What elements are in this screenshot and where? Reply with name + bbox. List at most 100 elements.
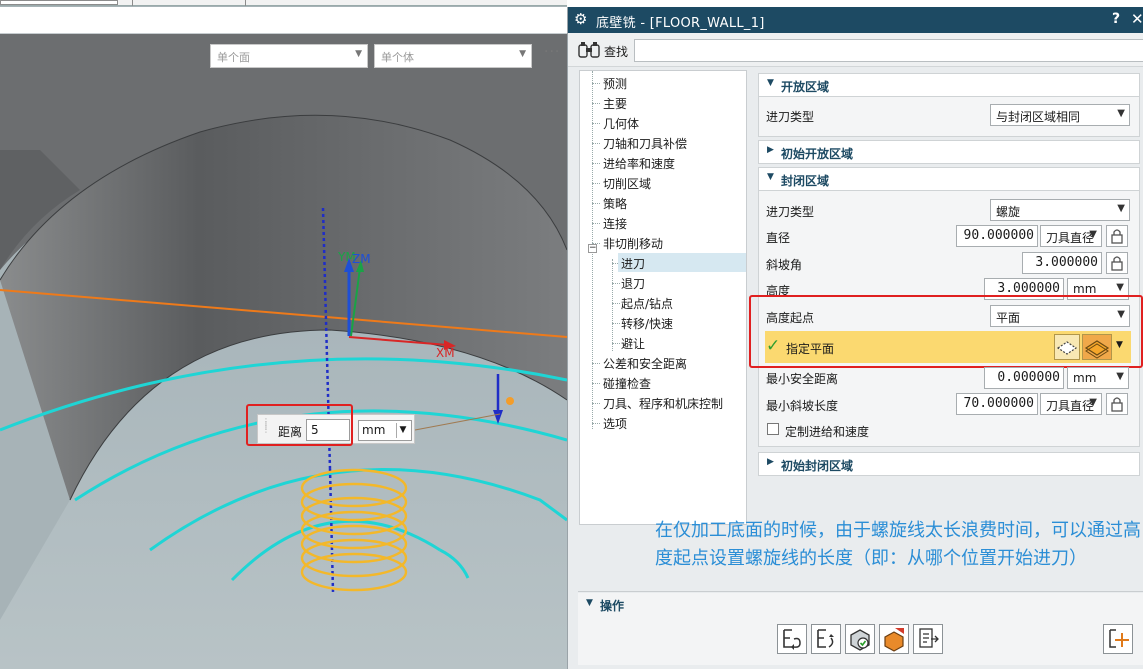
open-entry-type-value: 与封闭区域相同 <box>996 110 1081 124</box>
chevron-down-icon: ▼ <box>586 598 593 608</box>
dialog-title: 底壁铣 - [FLOOR_WALL_1] <box>596 16 765 31</box>
tree-item[interactable]: 刀具、程序和机床控制 <box>600 393 726 412</box>
chevron-down-icon: ▼ <box>767 172 774 182</box>
min-safe-unit-value: mm <box>1073 371 1097 385</box>
min-ramp-length-label: 最小斜坡长度 <box>766 399 839 413</box>
tree-item[interactable]: 碰撞检查 <box>600 373 654 392</box>
distance-unit-dropdown[interactable]: mm ▼ <box>358 420 412 441</box>
body-filter-dropdown[interactable]: 单个体 ▼ <box>374 44 532 68</box>
closed-entry-type-value: 螺旋 <box>996 205 1021 219</box>
tree-item[interactable]: 避让 <box>618 333 648 352</box>
min-safe-unit-dropdown[interactable]: mm ▼ <box>1067 367 1129 389</box>
chevron-down-icon: ▼ <box>1117 203 1125 214</box>
tree-item[interactable]: 进给率和速度 <box>600 153 678 172</box>
divider <box>578 591 1143 592</box>
open-entry-type-dropdown[interactable]: 与封闭区域相同 ▼ <box>990 104 1130 126</box>
diameter-lock-button[interactable] <box>1106 225 1128 247</box>
tree-item[interactable]: 连接 <box>600 213 630 232</box>
custom-feed-checkbox[interactable] <box>767 423 779 435</box>
viewport-top-band <box>0 7 567 34</box>
tree-item[interactable]: 预测 <box>600 73 630 92</box>
height-start-highlight-box <box>749 295 1143 368</box>
verify-button[interactable] <box>845 624 875 654</box>
replay-button[interactable] <box>811 624 841 654</box>
list-button[interactable] <box>913 624 943 654</box>
annotation-text: 在仅加工底面的时候，由于螺旋线太长浪费时间，可以通过高度起点设置螺旋线的长度（即… <box>655 520 1141 569</box>
tree-item[interactable]: 非切削移动 <box>600 233 666 252</box>
generate-button[interactable] <box>777 624 807 654</box>
chevron-down-icon: ▼ <box>767 78 774 88</box>
tree-item[interactable]: 策略 <box>600 193 630 212</box>
gear-icon: ⚙ <box>574 10 588 28</box>
chevron-right-icon: ▶ <box>767 145 774 155</box>
section-open-area[interactable]: ▼ 开放区域 <box>758 73 1140 97</box>
diameter-unit-dropdown[interactable]: 刀具直径 ▼ <box>1040 225 1102 247</box>
body-filter-value: 单个体 <box>381 51 414 64</box>
section-initial-open-label: 初始开放区域 <box>781 147 854 161</box>
min-ramp-unit-dropdown[interactable]: 刀具直径 ▼ <box>1040 393 1102 415</box>
collapse-icon[interactable]: − <box>588 244 597 253</box>
min-safe-distance-field[interactable]: 0.000000 <box>984 367 1064 389</box>
simulate-button[interactable] <box>879 624 909 654</box>
tree-item[interactable]: 几何体 <box>600 113 642 132</box>
min-ramp-lock-button[interactable] <box>1106 393 1128 415</box>
min-ramp-unit-value: 刀具直径 <box>1046 399 1095 413</box>
replay-icon <box>817 629 834 648</box>
tree-item[interactable]: 主要 <box>600 93 630 112</box>
open-entry-type-label: 进刀类型 <box>766 110 815 124</box>
list-icon <box>919 628 939 648</box>
tree-item[interactable]: 起点/钻点 <box>618 293 676 312</box>
ramp-angle-field[interactable]: 3.000000 <box>1022 252 1102 274</box>
face-filter-dropdown[interactable]: 单个面 ▼ <box>210 44 368 68</box>
chevron-down-icon: ▼ <box>1116 282 1124 293</box>
ramp-angle-label: 斜坡角 <box>766 258 803 272</box>
diameter-label: 直径 <box>766 231 791 245</box>
find-row: 查找 <box>568 33 1143 67</box>
section-closed-area[interactable]: ▼ 封闭区域 <box>758 167 1140 191</box>
chevron-down-icon: ▼ <box>519 49 526 59</box>
tree-item[interactable]: 进刀 <box>618 253 746 272</box>
section-open-area-label: 开放区域 <box>781 80 830 94</box>
simulate-icon <box>884 628 904 652</box>
tree-item[interactable]: 选项 <box>600 413 630 432</box>
add-toolpath-button[interactable] <box>1103 624 1133 654</box>
add-icon <box>1109 629 1129 648</box>
tree-item[interactable]: 转移/快速 <box>618 313 676 332</box>
chevron-down-icon: ▼ <box>396 423 409 438</box>
settings-tree: 预测 主要 几何体 刀轴和刀具补偿 进给率和速度 切削区域 策略 连接 非切削移动 进刀 退刀 起点/… <box>579 70 747 525</box>
face-filter-value: 单个面 <box>217 51 250 64</box>
closed-entry-type-dropdown[interactable]: 螺旋 ▼ <box>990 199 1130 221</box>
toolbar-strip <box>0 0 567 6</box>
closed-entry-type-label: 进刀类型 <box>766 205 815 219</box>
find-label: 查找 <box>604 45 629 59</box>
verify-icon <box>850 629 870 651</box>
axis-label-xm: XM <box>436 346 455 360</box>
app-root: 单个面 ▼ 单个体 ▼ ··· YM ZM XM ⋮ ⋮ ⋮ 距离 5 mm ▼ ⚙… <box>0 0 1143 669</box>
ramp-angle-lock-button[interactable] <box>1106 252 1128 274</box>
tree-item[interactable]: 刀轴和刀具补偿 <box>600 133 690 152</box>
chevron-down-icon: ▼ <box>1089 397 1097 408</box>
height-unit-value: mm <box>1073 282 1097 296</box>
min-ramp-length-field[interactable]: 70.000000 <box>956 393 1038 415</box>
distance-unit-value: mm <box>362 423 386 437</box>
more-options-button[interactable]: ··· <box>544 44 560 60</box>
part-scene <box>0 34 567 669</box>
dialog-titlebar[interactable]: ⚙ 底壁铣 - [FLOOR_WALL_1] ? ✕ <box>568 7 1143 33</box>
diameter-field[interactable]: 90.000000 <box>956 225 1038 247</box>
chevron-down-icon: ▼ <box>1117 108 1125 119</box>
section-initial-open-area[interactable]: ▶ 初始开放区域 <box>758 140 1140 164</box>
distance-highlight-box <box>246 404 353 446</box>
lock-icon <box>1111 229 1123 244</box>
section-operations[interactable] <box>578 593 1143 615</box>
help-button[interactable]: ? <box>1112 11 1120 27</box>
tree-item[interactable]: 切削区域 <box>600 173 654 192</box>
section-initial-closed-area[interactable]: ▶ 初始封闭区域 <box>758 452 1140 476</box>
section-closed-area-label: 封闭区域 <box>781 174 830 188</box>
graphics-viewport[interactable]: 单个面 ▼ 单个体 ▼ ··· YM ZM XM ⋮ ⋮ ⋮ 距离 5 mm ▼ <box>0 0 567 669</box>
min-safe-distance-label: 最小安全距离 <box>766 372 839 386</box>
find-input[interactable] <box>634 39 1143 62</box>
section-operations-label: 操作 <box>600 599 625 613</box>
tree-item[interactable]: 公差和安全距离 <box>600 353 690 372</box>
close-button[interactable]: ✕ <box>1131 10 1143 28</box>
tree-item[interactable]: 退刀 <box>618 273 648 292</box>
